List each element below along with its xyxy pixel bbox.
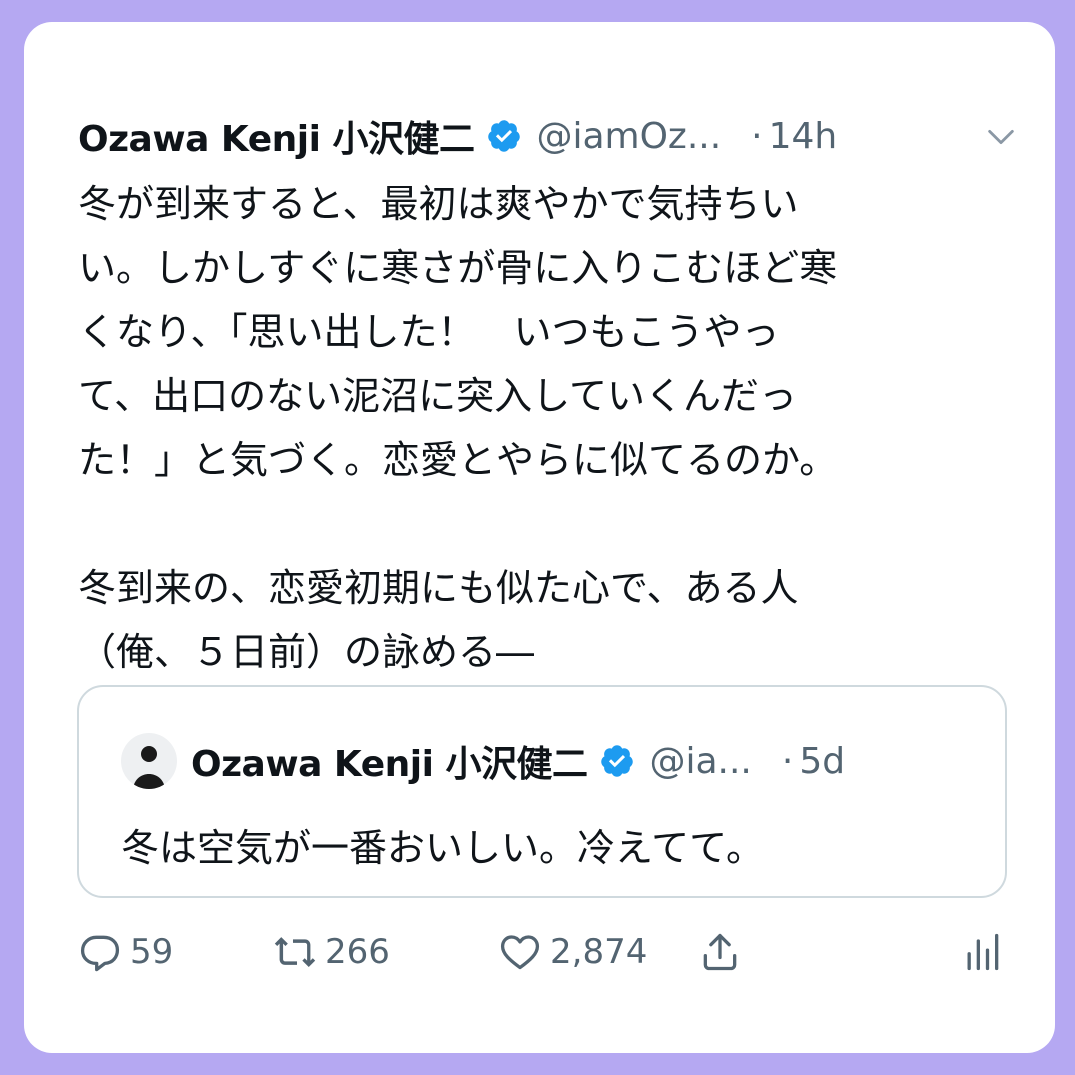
handle[interactable]: @iamOz... <box>536 116 721 157</box>
separator-dot: · <box>781 740 794 782</box>
quoted-handle[interactable]: @ia... <box>649 741 751 782</box>
quoted-tweet-text: 冬は空気が一番おいしい。冷えてて。 <box>121 826 764 870</box>
retweet-icon <box>274 937 316 968</box>
share-button[interactable] <box>698 922 742 982</box>
person-silhouette-icon <box>133 746 165 789</box>
display-name[interactable]: Ozawa Kenji 小沢健二 <box>78 110 475 162</box>
share-icon <box>703 933 737 971</box>
tweet-card: Ozawa Kenji 小沢健二 @iamOz... · 14h 冬が到来すると… <box>24 22 1055 1053</box>
action-bar: 59 266 2,874 <box>78 922 999 982</box>
verified-badge-icon <box>488 120 521 152</box>
timestamp[interactable]: 14h <box>769 116 838 157</box>
reply-icon <box>80 935 120 972</box>
separator-dot: · <box>751 115 763 157</box>
tweet-header: Ozawa Kenji 小沢健二 @iamOz... · 14h <box>78 106 1018 166</box>
reply-count: 59 <box>130 932 174 972</box>
like-button[interactable]: 2,874 <box>498 922 647 982</box>
quoted-timestamp[interactable]: 5d <box>799 741 845 782</box>
analytics-icon <box>967 933 999 971</box>
avatar[interactable] <box>121 733 177 789</box>
retweet-count: 266 <box>325 932 390 972</box>
quoted-tweet-header: Ozawa Kenji 小沢健二 @ia... · 5d <box>121 733 961 789</box>
tweet-text: 冬が到来すると、最初は爽やかで気持ちい い。しかしすぐに寒さが骨に入りこむほど寒… <box>78 182 838 674</box>
like-count: 2,874 <box>550 932 648 972</box>
quoted-tweet[interactable]: Ozawa Kenji 小沢健二 @ia... · 5d 冬は空気が一番おいしい… <box>77 685 1007 898</box>
retweet-button[interactable]: 266 <box>273 922 390 982</box>
heart-icon <box>500 935 540 970</box>
chevron-down-icon[interactable] <box>984 120 1018 154</box>
verified-badge-icon <box>601 745 634 777</box>
reply-button[interactable]: 59 <box>78 922 173 982</box>
quoted-display-name[interactable]: Ozawa Kenji 小沢健二 <box>191 735 588 787</box>
analytics-button[interactable] <box>960 922 1004 982</box>
